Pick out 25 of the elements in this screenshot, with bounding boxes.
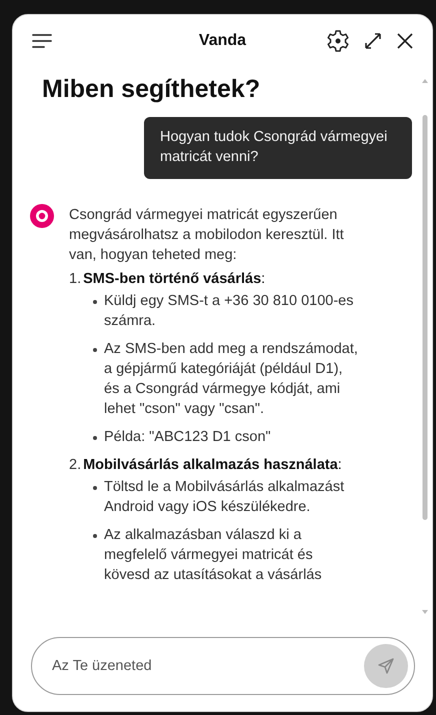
bullet-icon	[93, 436, 97, 440]
bullet-text: Példa: "ABC123 D1 cson"	[104, 428, 271, 447]
close-icon[interactable]	[396, 32, 414, 50]
bullet-text: Töltsd le a Mobilvásárlás alkalmazást Android vagy iOS készülékedre.	[104, 478, 346, 517]
bullet-text: Küldj egy SMS-t a +36 30 810 0100-es számra.	[104, 292, 354, 331]
settings-icon[interactable]	[326, 29, 350, 53]
message-text: Csongrád vármegyei matricát egyszerűen megvásárolhatsz a mobilodon keresztül. Itt van, hogyan teheted meg:	[69, 206, 345, 265]
bullet-icon	[93, 534, 97, 538]
assistant-avatar-icon	[29, 203, 55, 229]
menu-icon[interactable]	[31, 33, 53, 49]
bullet-text: Az SMS-ben add meg a rendszámodat, a gépjármű kategóriáját (például D1), és a Csongrád vármegye kódját, ami lehet "cson" vagy "csan".	[104, 340, 359, 419]
list-number: 1.	[69, 270, 82, 289]
bullet-icon	[93, 300, 97, 304]
message-input-field[interactable]: Az Te üzeneted	[31, 637, 415, 695]
bullet-text: Az alkalmazásban válaszd ki a megfelelő vármegyei matricát és kövesd az utasításokat a vásárlás	[104, 526, 323, 585]
bullet-icon	[93, 348, 97, 352]
user-message: Hogyan tudok Csongrád vármegyei matricát venni?	[144, 117, 412, 179]
page-heading: Miben segíthetek?	[42, 74, 262, 105]
step-title: Mobilvásárlás alkalmazás használata:	[83, 456, 342, 475]
send-icon	[377, 657, 395, 675]
list-number: 2.	[69, 456, 82, 475]
expand-icon[interactable]	[362, 30, 384, 52]
bullet-icon	[93, 486, 97, 490]
step-title: SMS-ben történő vásárlás:	[83, 270, 266, 289]
chat-title: Vanda	[198, 32, 246, 49]
